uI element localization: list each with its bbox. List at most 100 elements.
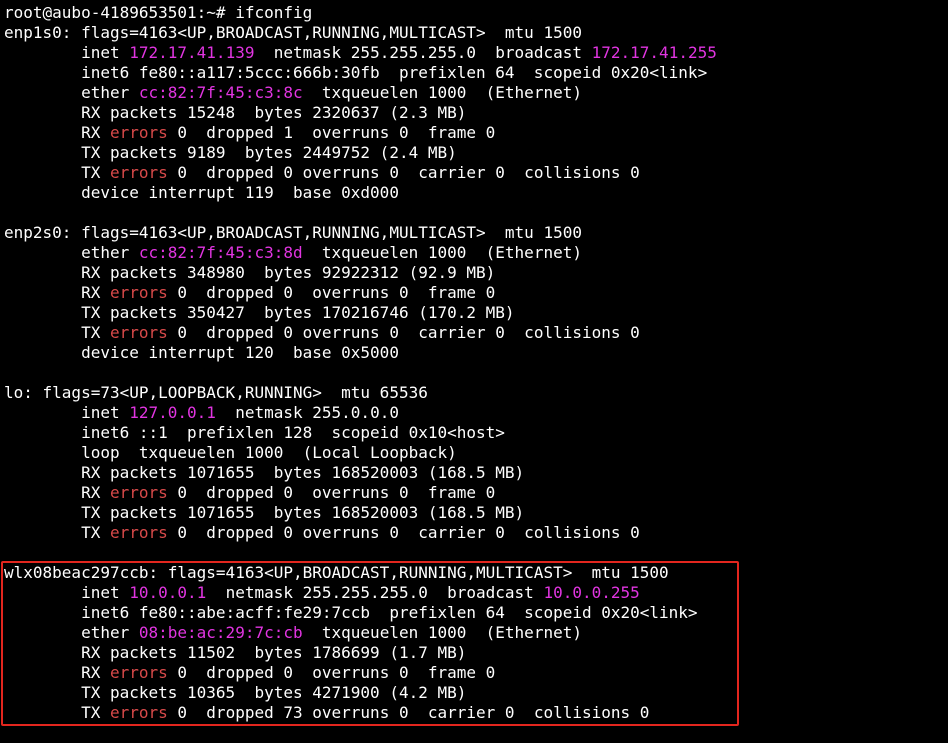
output-text: TX bbox=[4, 703, 110, 722]
output-text: TX bbox=[4, 323, 110, 342]
address-value: cc:82:7f:45:c3:8c bbox=[138, 83, 303, 102]
interface-header: enp1s0: flags=4163<UP,BROADCAST,RUNNING,… bbox=[4, 23, 582, 42]
error-label: errors bbox=[109, 483, 168, 502]
output-text: txqueuelen 1000 (Ethernet) bbox=[302, 83, 582, 102]
output-text: RX packets 1071655 bytes 168520003 (168.… bbox=[4, 463, 525, 482]
interface-header: lo: flags=73<UP,LOOPBACK,RUNNING> mtu 65… bbox=[4, 383, 428, 402]
output-text: inet bbox=[4, 403, 130, 422]
error-label: errors bbox=[109, 523, 168, 542]
output-text: netmask 255.0.0.0 bbox=[215, 403, 399, 422]
command-line: root@aubo-4189653501:~# ifconfig bbox=[4, 3, 948, 23]
ifconfig-output: enp1s0: flags=4163<UP,BROADCAST,RUNNING,… bbox=[4, 23, 948, 723]
output-line: RX errors 0 dropped 0 overruns 0 frame 0 bbox=[4, 283, 948, 303]
output-text: TX packets 1071655 bytes 168520003 (168.… bbox=[4, 503, 525, 522]
output-text: inet bbox=[4, 583, 130, 602]
output-text: ether bbox=[4, 623, 139, 642]
interface-block: lo: flags=73<UP,LOOPBACK,RUNNING> mtu 65… bbox=[4, 383, 948, 563]
command-text: ifconfig bbox=[235, 3, 313, 22]
output-line: RX errors 0 dropped 0 overruns 0 frame 0 bbox=[4, 663, 948, 683]
output-text: RX bbox=[4, 283, 110, 302]
error-label: errors bbox=[109, 123, 168, 142]
output-text: 0 dropped 1 overruns 0 frame 0 bbox=[167, 123, 496, 142]
interface-header: enp2s0: flags=4163<UP,BROADCAST,RUNNING,… bbox=[4, 223, 582, 242]
output-text: 0 dropped 73 overruns 0 carrier 0 collis… bbox=[167, 703, 650, 722]
output-text: 0 dropped 0 overruns 0 frame 0 bbox=[167, 663, 496, 682]
output-line: inet6 ::1 prefixlen 128 scopeid 0x10<hos… bbox=[4, 423, 948, 443]
interface-block: enp1s0: flags=4163<UP,BROADCAST,RUNNING,… bbox=[4, 23, 948, 223]
output-text: inet6 fe80::abe:acff:fe29:7ccb prefixlen… bbox=[4, 603, 698, 622]
error-label: errors bbox=[109, 663, 168, 682]
output-text: RX packets 348980 bytes 92922312 (92.9 M… bbox=[4, 263, 496, 282]
error-label: errors bbox=[109, 703, 168, 722]
output-line: RX packets 1071655 bytes 168520003 (168.… bbox=[4, 463, 948, 483]
output-line: inet6 fe80::abe:acff:fe29:7ccb prefixlen… bbox=[4, 603, 948, 623]
interface-header: wlx08beac297ccb: flags=4163<UP,BROADCAST… bbox=[4, 563, 669, 582]
output-line: ether 08:be:ac:29:7c:cb txqueuelen 1000 … bbox=[4, 623, 948, 643]
output-text: txqueuelen 1000 (Ethernet) bbox=[302, 243, 582, 262]
output-text: inet6 ::1 prefixlen 128 scopeid 0x10<hos… bbox=[4, 423, 505, 442]
output-text: txqueuelen 1000 (Ethernet) bbox=[302, 623, 582, 642]
output-line: RX packets 348980 bytes 92922312 (92.9 M… bbox=[4, 263, 948, 283]
output-text: TX packets 10365 bytes 4271900 (4.2 MB) bbox=[4, 683, 467, 702]
output-line: TX packets 9189 bytes 2449752 (2.4 MB) bbox=[4, 143, 948, 163]
output-line: RX packets 11502 bytes 1786699 (1.7 MB) bbox=[4, 643, 948, 663]
output-line: TX packets 10365 bytes 4271900 (4.2 MB) bbox=[4, 683, 948, 703]
output-text: 0 dropped 0 overruns 0 carrier 0 collisi… bbox=[167, 523, 640, 542]
output-text: 0 dropped 0 overruns 0 frame 0 bbox=[167, 483, 496, 502]
output-text: loop txqueuelen 1000 (Local Loopback) bbox=[4, 443, 457, 462]
error-label: errors bbox=[109, 323, 168, 342]
address-value: cc:82:7f:45:c3:8d bbox=[138, 243, 303, 262]
output-line: TX errors 0 dropped 73 overruns 0 carrie… bbox=[4, 703, 948, 723]
output-text: TX packets 350427 bytes 170216746 (170.2… bbox=[4, 303, 515, 322]
output-text: 0 dropped 0 overruns 0 carrier 0 collisi… bbox=[167, 163, 640, 182]
output-text: ether bbox=[4, 83, 139, 102]
output-line: inet 10.0.0.1 netmask 255.255.255.0 broa… bbox=[4, 583, 948, 603]
output-line: TX errors 0 dropped 0 overruns 0 carrier… bbox=[4, 523, 948, 543]
output-text: TX packets 9189 bytes 2449752 (2.4 MB) bbox=[4, 143, 457, 162]
output-text: inet bbox=[4, 43, 130, 62]
output-line: inet 127.0.0.1 netmask 255.0.0.0 bbox=[4, 403, 948, 423]
output-text: RX bbox=[4, 483, 110, 502]
output-text: inet6 fe80::a117:5ccc:666b:30fb prefixle… bbox=[4, 63, 708, 82]
output-line: ether cc:82:7f:45:c3:8d txqueuelen 1000 … bbox=[4, 243, 948, 263]
output-line: TX packets 1071655 bytes 168520003 (168.… bbox=[4, 503, 948, 523]
interface-block: wlx08beac297ccb: flags=4163<UP,BROADCAST… bbox=[4, 563, 948, 723]
output-text: netmask 255.255.255.0 broadcast bbox=[206, 583, 544, 602]
output-line: RX packets 15248 bytes 2320637 (2.3 MB) bbox=[4, 103, 948, 123]
output-line: RX errors 0 dropped 0 overruns 0 frame 0 bbox=[4, 483, 948, 503]
error-label: errors bbox=[109, 163, 168, 182]
address-value: 172.17.41.139 bbox=[129, 43, 255, 62]
address-value: 10.0.0.255 bbox=[543, 583, 640, 602]
address-value: 127.0.0.1 bbox=[129, 403, 216, 422]
output-text: 0 dropped 0 overruns 0 carrier 0 collisi… bbox=[167, 323, 640, 342]
output-line: TX errors 0 dropped 0 overruns 0 carrier… bbox=[4, 323, 948, 343]
output-line: TX errors 0 dropped 0 overruns 0 carrier… bbox=[4, 163, 948, 183]
address-value: 10.0.0.1 bbox=[129, 583, 207, 602]
output-line: inet 172.17.41.139 netmask 255.255.255.0… bbox=[4, 43, 948, 63]
output-text: device interrupt 119 base 0xd000 bbox=[4, 183, 399, 202]
output-text: ether bbox=[4, 243, 139, 262]
interface-block: enp2s0: flags=4163<UP,BROADCAST,RUNNING,… bbox=[4, 223, 948, 383]
output-line: device interrupt 120 base 0x5000 bbox=[4, 343, 948, 363]
terminal-window[interactable]: root@aubo-4189653501:~# ifconfig enp1s0:… bbox=[0, 0, 948, 743]
output-text: TX bbox=[4, 163, 110, 182]
output-text: RX bbox=[4, 663, 110, 682]
output-line: loop txqueuelen 1000 (Local Loopback) bbox=[4, 443, 948, 463]
output-text: device interrupt 120 base 0x5000 bbox=[4, 343, 399, 362]
output-line: ether cc:82:7f:45:c3:8c txqueuelen 1000 … bbox=[4, 83, 948, 103]
output-text: RX bbox=[4, 123, 110, 142]
output-line: inet6 fe80::a117:5ccc:666b:30fb prefixle… bbox=[4, 63, 948, 83]
output-text: 0 dropped 0 overruns 0 frame 0 bbox=[167, 283, 496, 302]
address-value: 08:be:ac:29:7c:cb bbox=[138, 623, 303, 642]
address-value: 172.17.41.255 bbox=[591, 43, 717, 62]
output-text: RX packets 11502 bytes 1786699 (1.7 MB) bbox=[4, 643, 467, 662]
error-label: errors bbox=[109, 283, 168, 302]
output-text: RX packets 15248 bytes 2320637 (2.3 MB) bbox=[4, 103, 467, 122]
output-line: device interrupt 119 base 0xd000 bbox=[4, 183, 948, 203]
output-text: netmask 255.255.255.0 broadcast bbox=[254, 43, 592, 62]
output-line: TX packets 350427 bytes 170216746 (170.2… bbox=[4, 303, 948, 323]
output-line: RX errors 0 dropped 1 overruns 0 frame 0 bbox=[4, 123, 948, 143]
